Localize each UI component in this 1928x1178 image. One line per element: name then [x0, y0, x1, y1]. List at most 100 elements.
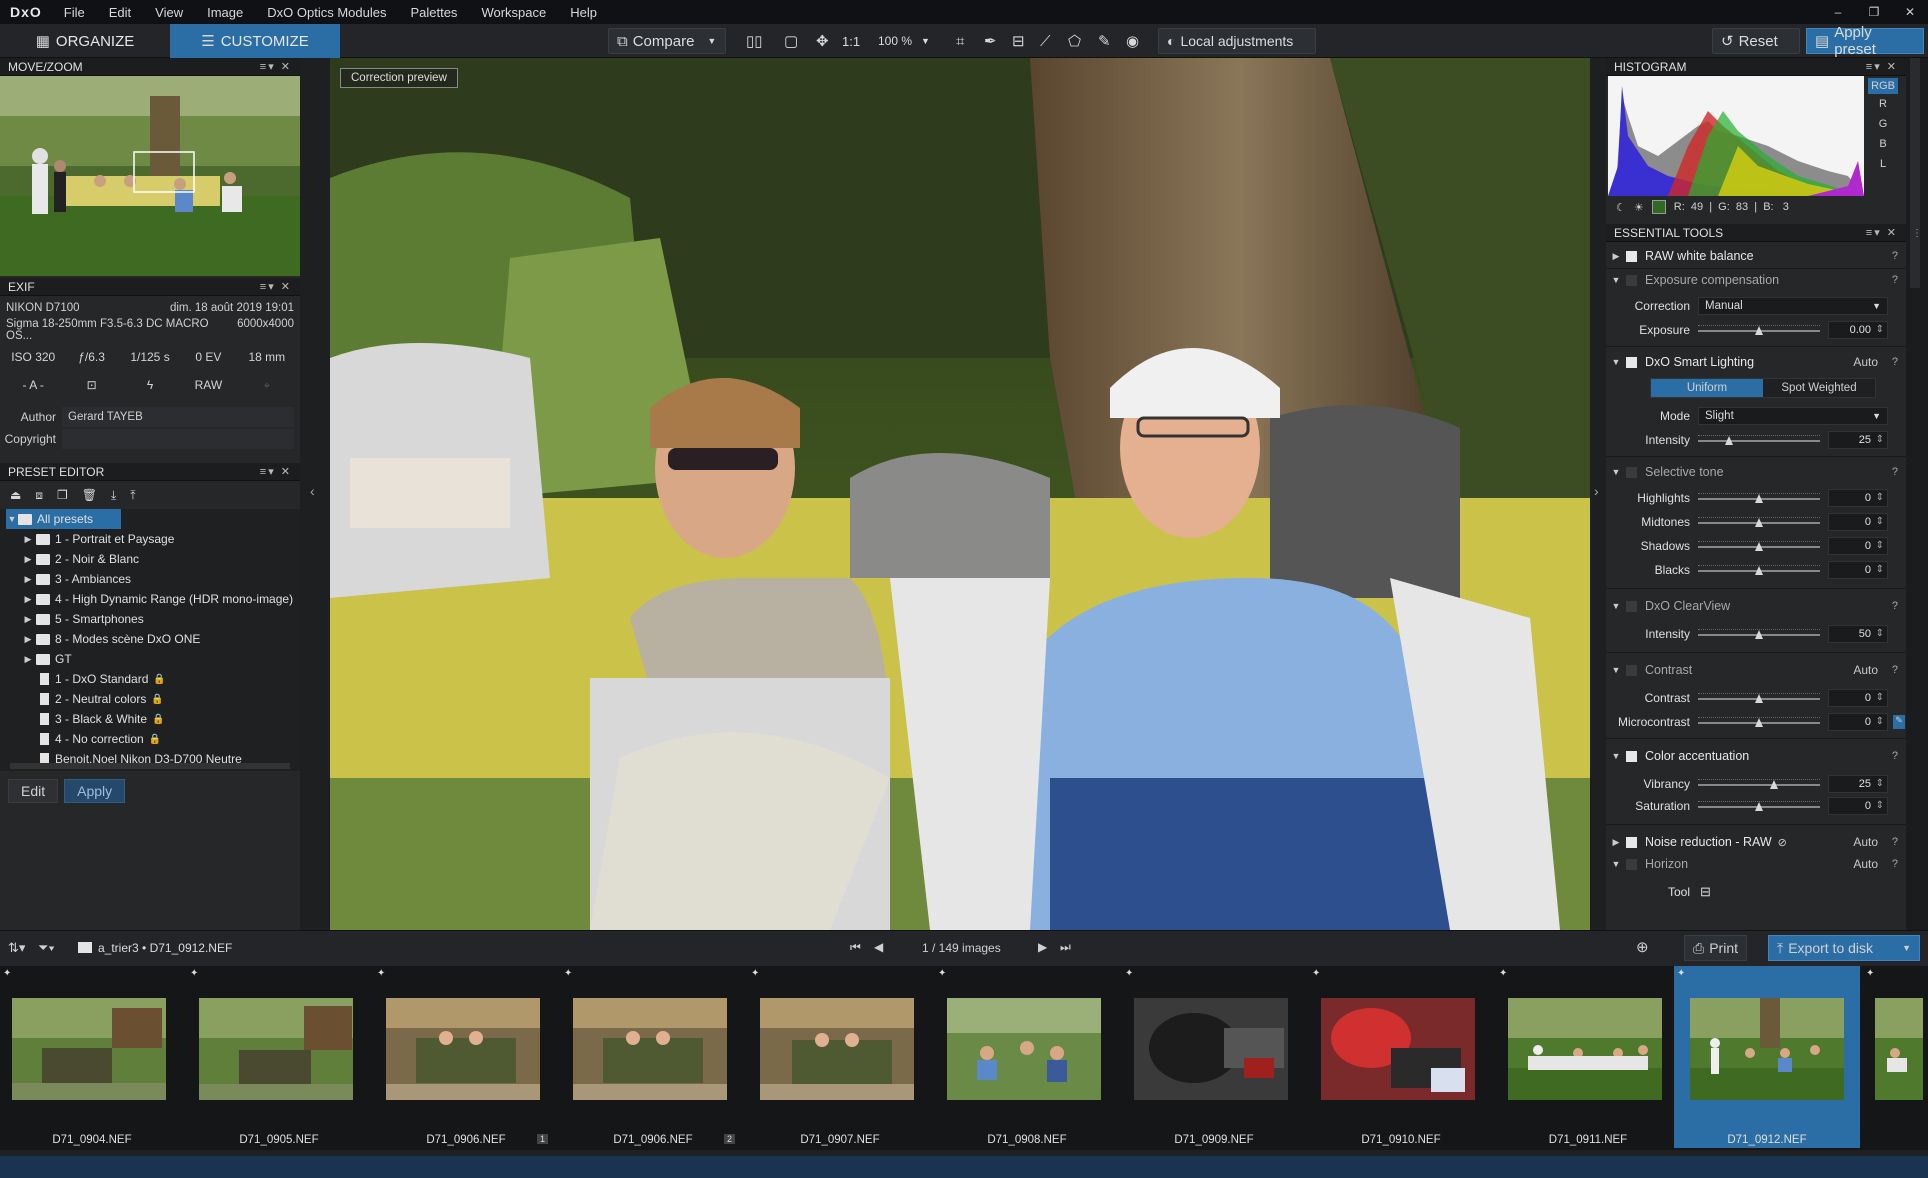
saturation-slider[interactable]: [1698, 801, 1820, 811]
cv-intensity-value[interactable]: 50: [1828, 625, 1888, 643]
section-horizon[interactable]: ▼ Horizon Auto ?: [1606, 854, 1906, 874]
fit-screen-button[interactable]: ▢: [776, 28, 806, 54]
section-contrast[interactable]: ▼ Contrast Auto ?: [1606, 660, 1906, 680]
horizon-tool-icon[interactable]: ⊟: [1696, 884, 1711, 900]
section-raw-white-balance[interactable]: ▶ RAW white balance ?: [1606, 246, 1906, 266]
help-icon[interactable]: ?: [1892, 836, 1898, 848]
channel-rgb[interactable]: RGB: [1868, 78, 1898, 94]
vibrancy-value[interactable]: 25: [1828, 775, 1888, 793]
reset-button[interactable]: ↺ Reset: [1712, 28, 1800, 54]
maximize-button[interactable]: ❐: [1856, 0, 1892, 24]
repair-button[interactable]: ✎: [1090, 28, 1119, 54]
sort-icon[interactable]: ⇅▾: [8, 940, 25, 956]
prev-image-icon[interactable]: ◀: [874, 940, 883, 954]
move-button[interactable]: ✥: [808, 28, 837, 54]
filter-icon[interactable]: ⏷▾: [38, 940, 55, 956]
tree-folder[interactable]: ▶ 2 - Noir & Blanc: [0, 549, 300, 569]
section-exposure-compensation[interactable]: ▼ Exposure compensation ?: [1606, 270, 1906, 290]
auto-button[interactable]: Auto: [1853, 857, 1878, 871]
enable-checkbox[interactable]: [1626, 600, 1637, 612]
image-viewer[interactable]: Correction preview: [330, 58, 1590, 930]
enable-checkbox[interactable]: [1626, 858, 1637, 870]
tree-folder[interactable]: ▶ GT: [0, 649, 300, 669]
trash-icon[interactable]: 🗑: [82, 487, 97, 503]
copyright-value[interactable]: [62, 429, 294, 449]
menu-file[interactable]: File: [52, 5, 97, 20]
star-icon[interactable]: ✦: [3, 968, 11, 979]
enable-checkbox[interactable]: [1626, 664, 1637, 676]
exposure-slider[interactable]: [1698, 325, 1820, 335]
help-icon[interactable]: ?: [1892, 250, 1898, 262]
filmstrip-thumb[interactable]: ✦ D71_0906.NEF 1: [374, 966, 558, 1148]
apply-preset-button[interactable]: ▤ Apply preset: [1806, 24, 1924, 58]
split-view-button[interactable]: ▯▯: [738, 28, 771, 54]
tree-preset[interactable]: 2 - Neutral colors 🔒: [0, 689, 300, 709]
menu-edit[interactable]: Edit: [97, 5, 143, 20]
intensity-value[interactable]: 25: [1828, 431, 1888, 449]
panel-menu-icon[interactable]: ≡▾ ✕: [1866, 226, 1898, 239]
help-icon[interactable]: ?: [1892, 600, 1898, 612]
star-icon[interactable]: ✦: [1866, 968, 1874, 979]
filmstrip-thumb-partial[interactable]: ✦: [1863, 966, 1923, 1148]
menu-workspace[interactable]: Workspace: [469, 5, 558, 20]
cv-intensity-slider[interactable]: [1698, 629, 1820, 639]
tree-preset[interactable]: 4 - No correction 🔒: [0, 729, 300, 749]
panel-menu-icon[interactable]: ≡▾ ✕: [260, 280, 292, 293]
menu-help[interactable]: Help: [558, 5, 609, 20]
auto-button[interactable]: Auto: [1853, 835, 1878, 849]
chevron-down-icon[interactable]: ▼: [1902, 943, 1911, 953]
share-icon[interactable]: ⊕: [1636, 938, 1649, 956]
panel-menu-icon[interactable]: ≡▾ ✕: [260, 60, 292, 73]
filmstrip-thumb-selected[interactable]: ✦ D71_0912.NEF: [1674, 966, 1860, 1148]
section-color-accentuation[interactable]: ▼ Color accentuation ?: [1606, 746, 1906, 766]
help-icon[interactable]: ?: [1892, 750, 1898, 762]
midtones-value[interactable]: 0: [1828, 513, 1888, 531]
tree-scrollbar[interactable]: [10, 763, 290, 769]
menu-optics-modules[interactable]: DxO Optics Modules: [255, 5, 398, 20]
filmstrip-thumb[interactable]: ✦ D71_0909.NEF: [1122, 966, 1306, 1148]
auto-button[interactable]: Auto: [1853, 663, 1878, 677]
correction-dropdown[interactable]: Manual: [1698, 297, 1888, 315]
left-collapse-strip[interactable]: ‹: [300, 58, 330, 930]
new-preset-icon[interactable]: ⏏: [10, 487, 21, 503]
apply-preset-tree-button[interactable]: Apply: [64, 779, 126, 803]
chevron-right-icon[interactable]: ›: [1594, 483, 1599, 499]
author-value[interactable]: Gerard TAYEB: [62, 407, 294, 427]
white-balance-picker[interactable]: ✒: [976, 28, 1005, 54]
star-icon[interactable]: ✦: [1677, 968, 1685, 979]
auto-button[interactable]: Auto: [1853, 355, 1878, 369]
enable-checkbox[interactable]: [1626, 836, 1637, 848]
tree-preset[interactable]: 3 - Black & White 🔒: [0, 709, 300, 729]
redeye-button[interactable]: ◉: [1118, 28, 1147, 54]
import-icon[interactable]: ⤓: [111, 487, 116, 503]
duplicate-icon[interactable]: ❐: [57, 487, 68, 503]
panel-menu-icon[interactable]: ≡▾ ✕: [1866, 60, 1898, 73]
filmstrip-thumb[interactable]: ✦ D71_0911.NEF: [1496, 966, 1680, 1148]
export-icon[interactable]: ⤒: [130, 487, 135, 503]
shadows-slider[interactable]: [1698, 541, 1820, 551]
star-icon[interactable]: ✦: [190, 968, 198, 979]
filmstrip-thumb[interactable]: ✦ D71_0907.NEF: [748, 966, 932, 1148]
star-icon[interactable]: ✦: [564, 968, 572, 979]
chevron-left-icon[interactable]: ‹: [310, 483, 315, 499]
star-icon[interactable]: ✦: [751, 968, 759, 979]
enable-checkbox[interactable]: [1626, 356, 1637, 368]
filmstrip-thumb[interactable]: ✦ D71_0904.NEF: [0, 966, 184, 1148]
edit-preset-button[interactable]: Edit: [8, 779, 59, 803]
highlights-value[interactable]: 0: [1828, 489, 1888, 507]
tree-folder[interactable]: ▶ 3 - Ambiances: [0, 569, 300, 589]
one-to-one-button[interactable]: 1:1: [834, 28, 868, 54]
microcontrast-value[interactable]: 0: [1828, 713, 1888, 731]
vibrancy-slider[interactable]: [1698, 779, 1820, 789]
first-image-icon[interactable]: ⏮: [850, 940, 861, 955]
menu-palettes[interactable]: Palettes: [398, 5, 469, 20]
midtones-slider[interactable]: [1698, 517, 1820, 527]
contrast-value[interactable]: 0: [1828, 689, 1888, 707]
minimize-button[interactable]: –: [1820, 0, 1856, 24]
section-selective-tone[interactable]: ▼ Selective tone ?: [1606, 462, 1906, 482]
enable-checkbox[interactable]: [1626, 466, 1637, 478]
help-icon[interactable]: ?: [1892, 274, 1898, 286]
help-icon[interactable]: ?: [1892, 858, 1898, 870]
eye-hidden-icon[interactable]: ⊘: [1778, 836, 1787, 849]
contrast-slider[interactable]: [1698, 693, 1820, 703]
